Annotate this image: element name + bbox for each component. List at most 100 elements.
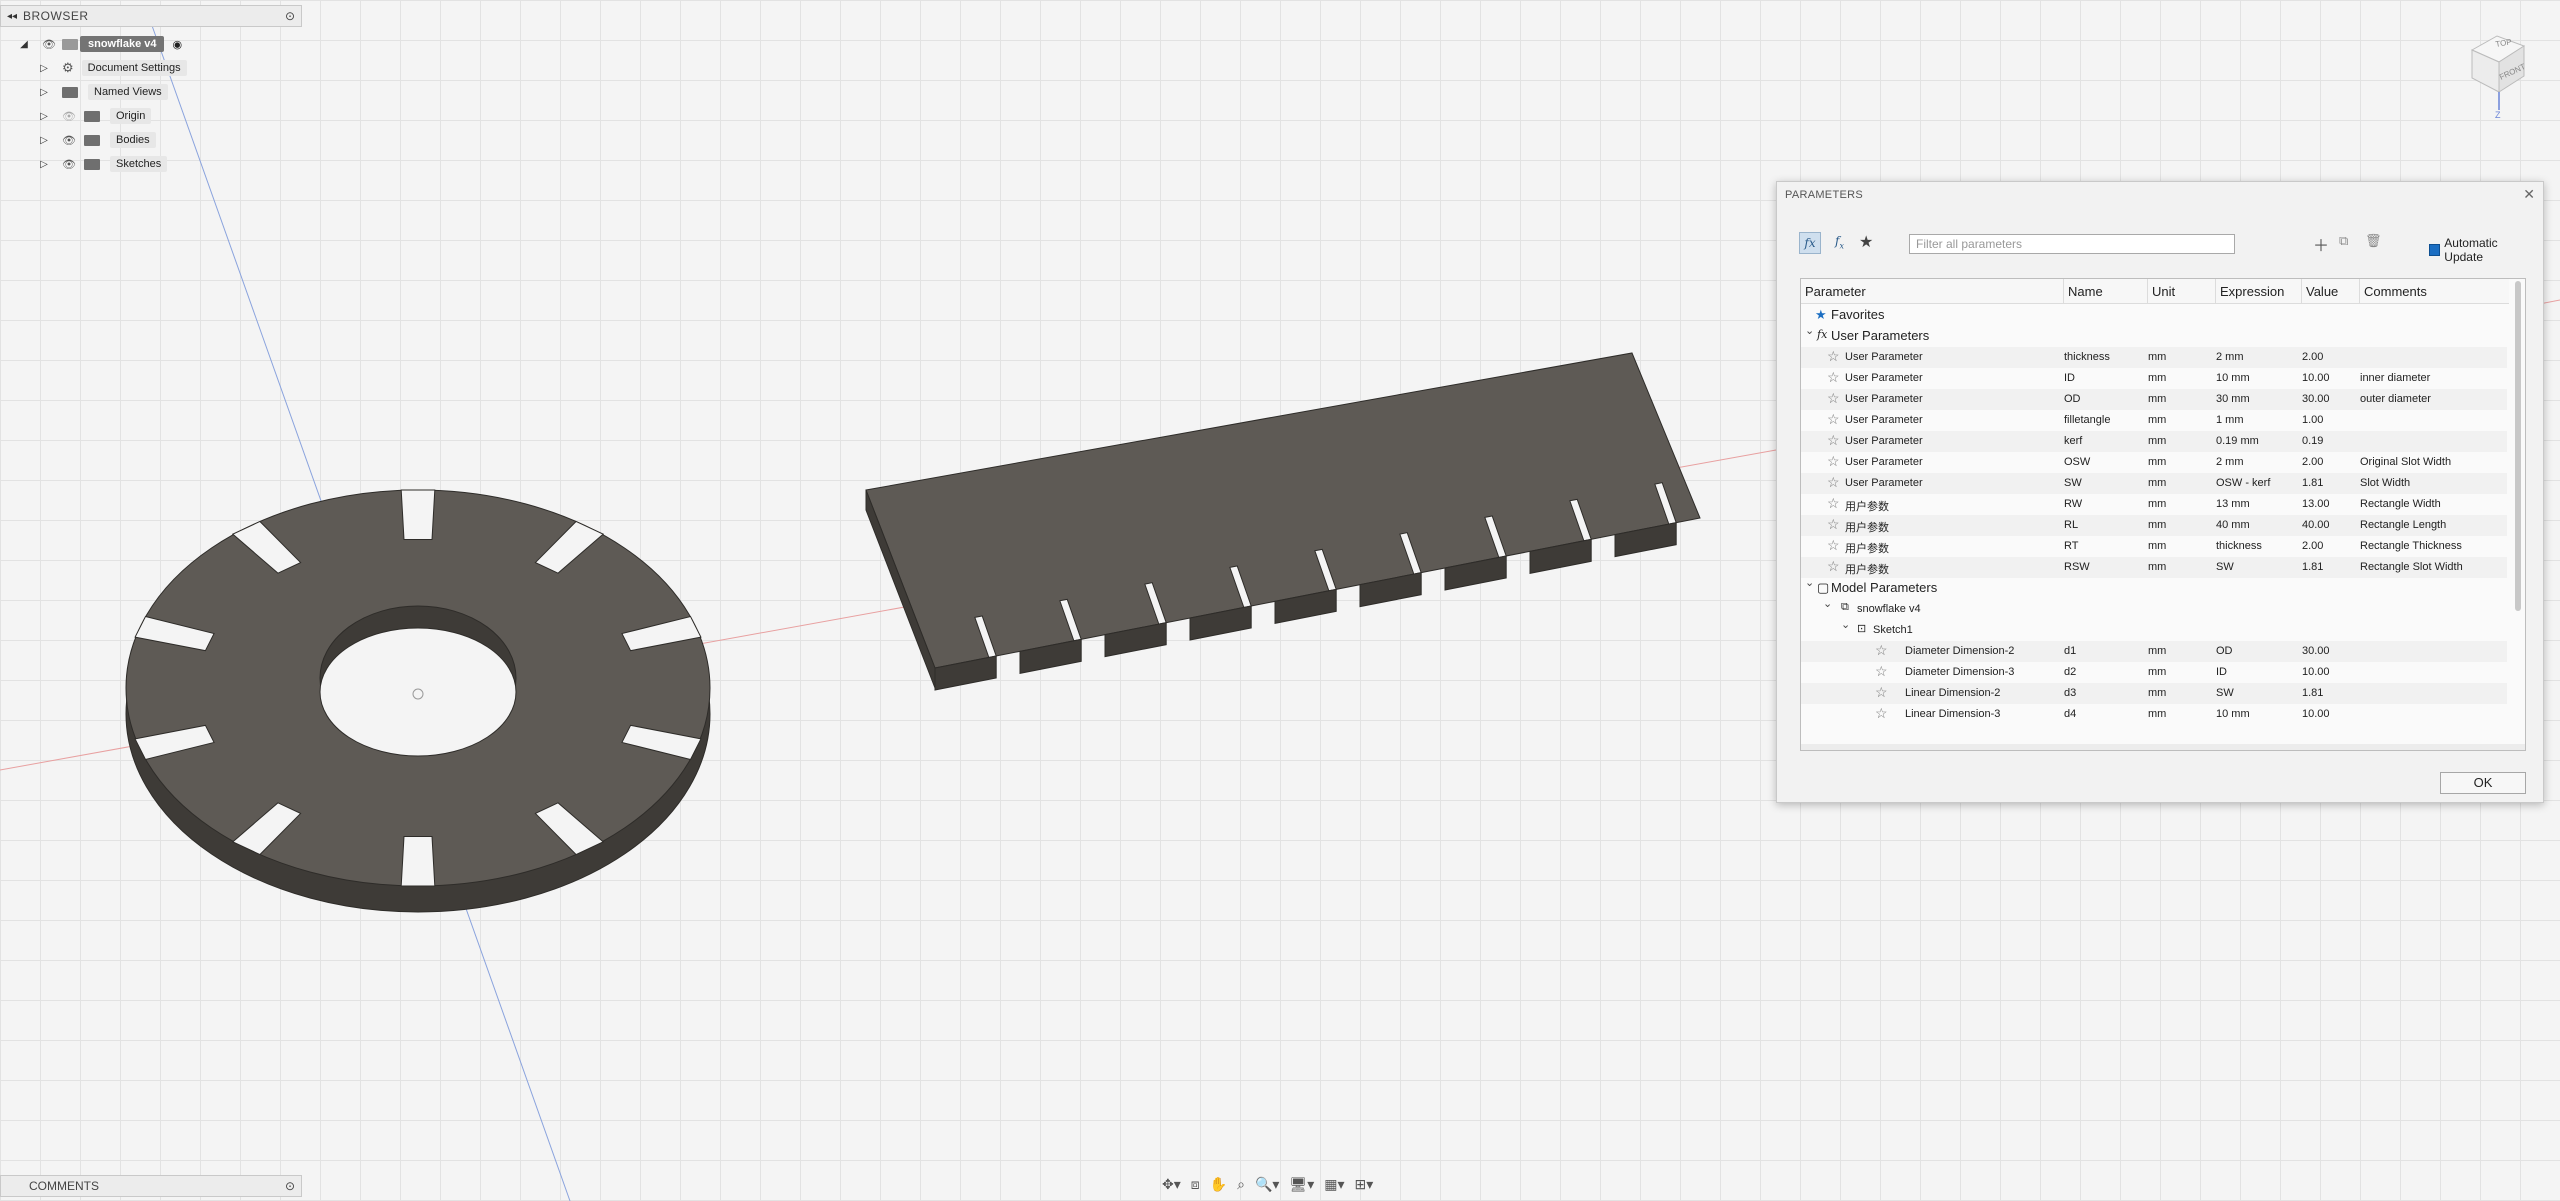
- favorite-star-outline-icon[interactable]: ☆: [1875, 663, 1888, 680]
- collapse-chevron-icon[interactable]: ⌄: [1805, 576, 1814, 589]
- cell-expr[interactable]: 10 mm: [2216, 372, 2250, 384]
- column-header-comments[interactable]: Comments: [2360, 279, 2509, 303]
- table-row[interactable]: ☆ Linear Dimension-3 d4 mm 10 mm 10.00: [1801, 704, 2507, 725]
- favorite-star-outline-icon[interactable]: ☆: [1875, 705, 1888, 722]
- zoom-icon[interactable]: ⌕: [1235, 1176, 1247, 1193]
- view-cube[interactable]: TOP FRONT Z: [2462, 20, 2532, 120]
- favorite-star-outline-icon[interactable]: ☆: [1827, 348, 1840, 365]
- cell-expr[interactable]: 1 mm: [2216, 414, 2244, 426]
- table-row[interactable]: ☆ Diameter Dimension-3 d2 mm ID 10.00: [1801, 662, 2507, 683]
- cell-name[interactable]: OSW: [2064, 456, 2090, 468]
- table-row[interactable]: ☆ 用户参数 RT mm thickness 2.00 Rectangle Thicknes…: [1801, 536, 2507, 557]
- cell-name[interactable]: kerf: [2064, 435, 2082, 447]
- checkbox-checked-icon[interactable]: [2429, 244, 2441, 256]
- parameters-dialog[interactable]: PARAMETERS ✕ fx fx ★ ＋ ⧉ 🗑 Automatic Upd…: [1776, 181, 2544, 803]
- horizontal-scrollbar[interactable]: [1801, 744, 2525, 750]
- browser-item-origin[interactable]: ▷ 👁 Origin: [38, 105, 152, 127]
- close-icon[interactable]: ✕: [2523, 186, 2535, 203]
- viewports-icon[interactable]: ⊞▾: [1353, 1176, 1376, 1193]
- cell-expr[interactable]: OD: [2216, 645, 2233, 657]
- favorite-star-outline-icon[interactable]: ☆: [1827, 390, 1840, 407]
- add-parameter-icon[interactable]: ＋: [2313, 232, 2329, 256]
- favorite-star-outline-icon[interactable]: ☆: [1827, 558, 1840, 575]
- favorite-star-outline-icon[interactable]: ☆: [1827, 537, 1840, 554]
- cell-name[interactable]: RSW: [2064, 561, 2090, 573]
- look-at-icon[interactable]: ⧈: [1189, 1176, 1202, 1193]
- cell-comment[interactable]: Rectangle Slot Width: [2360, 561, 2463, 573]
- expand-triangle-icon[interactable]: ▷: [38, 158, 50, 170]
- cell-expr[interactable]: 30 mm: [2216, 393, 2250, 405]
- filter-input[interactable]: [1909, 234, 2235, 254]
- vertical-scrollbar[interactable]: [2515, 281, 2521, 611]
- table-row[interactable]: ☆ User Parameter thickness mm 2 mm 2.00: [1801, 347, 2507, 368]
- favorite-star-icon[interactable]: ★: [1859, 232, 1873, 252]
- table-row[interactable]: ☆ User Parameter OSW mm 2 mm 2.00 Original Slo…: [1801, 452, 2507, 473]
- copy-icon[interactable]: ⧉: [2339, 233, 2348, 249]
- browser-item-bodies[interactable]: ▷ 👁 Bodies: [38, 129, 156, 151]
- favorite-star-outline-icon[interactable]: ☆: [1875, 684, 1888, 701]
- grid-settings-icon[interactable]: ▦▾: [1322, 1176, 1346, 1193]
- automatic-update-checkbox[interactable]: Automatic Update: [2429, 236, 2533, 264]
- snowflake-gear-body[interactable]: [125, 489, 711, 913]
- favorite-star-outline-icon[interactable]: ☆: [1827, 432, 1840, 449]
- table-row[interactable]: ☆ User Parameter filletangle mm 1 mm 1.00: [1801, 410, 2507, 431]
- table-row-user-parameters-group[interactable]: ⌄ fx User Parameters: [1801, 325, 2507, 347]
- cell-comment[interactable]: Rectangle Width: [2360, 498, 2441, 510]
- cell-name[interactable]: RW: [2064, 498, 2082, 510]
- cell-expr[interactable]: 10 mm: [2216, 708, 2250, 720]
- favorite-star-outline-icon[interactable]: ☆: [1827, 474, 1840, 491]
- slot-comb-body[interactable]: [865, 352, 1701, 691]
- cell-comment[interactable]: outer diameter: [2360, 393, 2431, 405]
- cell-expr[interactable]: SW: [2216, 687, 2234, 699]
- orbit-icon[interactable]: ✥▾: [1160, 1176, 1183, 1193]
- cell-comment[interactable]: Rectangle Thickness: [2360, 540, 2462, 552]
- comments-panel[interactable]: COMMENTS ⊙: [0, 1175, 302, 1197]
- table-row[interactable]: ☆ Linear Dimension-2 d3 mm SW 1.81: [1801, 683, 2507, 704]
- expand-triangle-icon[interactable]: ▷: [38, 134, 50, 146]
- table-row[interactable]: ☆ 用户参数 RSW mm SW 1.81 Rectangle Slot Width: [1801, 557, 2507, 578]
- cell-name[interactable]: RL: [2064, 519, 2078, 531]
- cell-expr[interactable]: 40 mm: [2216, 519, 2250, 531]
- favorite-star-outline-icon[interactable]: ☆: [1827, 495, 1840, 512]
- cell-expr[interactable]: ID: [2216, 666, 2227, 678]
- cell-name[interactable]: filletangle: [2064, 414, 2110, 426]
- visibility-eye-icon[interactable]: 👁: [60, 134, 78, 147]
- table-row[interactable]: ☆ User Parameter kerf mm 0.19 mm 0.19: [1801, 431, 2507, 452]
- expand-triangle-icon[interactable]: ▷: [38, 110, 50, 122]
- cell-expr[interactable]: 2 mm: [2216, 351, 2244, 363]
- cell-comment[interactable]: inner diameter: [2360, 372, 2430, 384]
- table-row-model-parameters-group[interactable]: ⌄ ▢ Model Parameters: [1801, 576, 2507, 599]
- cell-name[interactable]: OD: [2064, 393, 2081, 405]
- table-row[interactable]: ☆ User Parameter ID mm 10 mm 10.00 inner diame…: [1801, 368, 2507, 389]
- pin-icon[interactable]: ⊙: [285, 1179, 295, 1193]
- root-component-label[interactable]: snowflake v4: [80, 36, 165, 52]
- table-row-component[interactable]: ⌄ ⧉ snowflake v4: [1801, 597, 2507, 620]
- column-header-name[interactable]: Name: [2064, 279, 2148, 303]
- expand-triangle-icon[interactable]: ▷: [38, 86, 50, 98]
- cell-comment[interactable]: Slot Width: [2360, 477, 2410, 489]
- table-row[interactable]: ☆ 用户参数 RW mm 13 mm 13.00 Rectangle Width: [1801, 494, 2507, 515]
- favorite-star-outline-icon[interactable]: ☆: [1875, 642, 1888, 659]
- cell-expr[interactable]: 0.19 mm: [2216, 435, 2259, 447]
- delete-trash-icon[interactable]: 🗑: [2365, 233, 2382, 249]
- cell-comment[interactable]: Original Slot Width: [2360, 456, 2451, 468]
- column-header-unit[interactable]: Unit: [2148, 279, 2216, 303]
- column-header-expression[interactable]: Expression: [2216, 279, 2302, 303]
- column-header-value[interactable]: Value: [2302, 279, 2360, 303]
- cell-expr[interactable]: SW: [2216, 561, 2234, 573]
- table-row[interactable]: ☆ User Parameter OD mm 30 mm 30.00 outer diame…: [1801, 389, 2507, 410]
- table-row-sketch[interactable]: ⌄ ⊡ Sketch1: [1801, 619, 2507, 641]
- favorite-star-outline-icon[interactable]: ☆: [1827, 411, 1840, 428]
- table-row[interactable]: ☆ Diameter Dimension-2 d1 mm OD 30.00: [1801, 641, 2507, 662]
- ok-button[interactable]: OK: [2440, 772, 2526, 794]
- browser-item-document-settings[interactable]: ▷ ⚙ Document Settings: [38, 57, 187, 79]
- collapse-panel-icon[interactable]: ◂◂: [1, 11, 23, 22]
- table-row-favorites[interactable]: ★ Favorites: [1801, 305, 2507, 326]
- browser-item-named-views[interactable]: ▷ Named Views: [38, 81, 168, 103]
- model-parameter-fx-icon[interactable]: fx: [1835, 234, 1844, 250]
- collapse-chevron-icon[interactable]: ⌄: [1823, 597, 1832, 610]
- browser-item-sketches[interactable]: ▷ 👁 Sketches: [38, 153, 168, 175]
- table-row[interactable]: ☆ 用户参数 RL mm 40 mm 40.00 Rectangle Length: [1801, 515, 2507, 536]
- pin-icon[interactable]: ⊙: [279, 9, 301, 23]
- pan-hand-icon[interactable]: ✋: [1208, 1176, 1229, 1193]
